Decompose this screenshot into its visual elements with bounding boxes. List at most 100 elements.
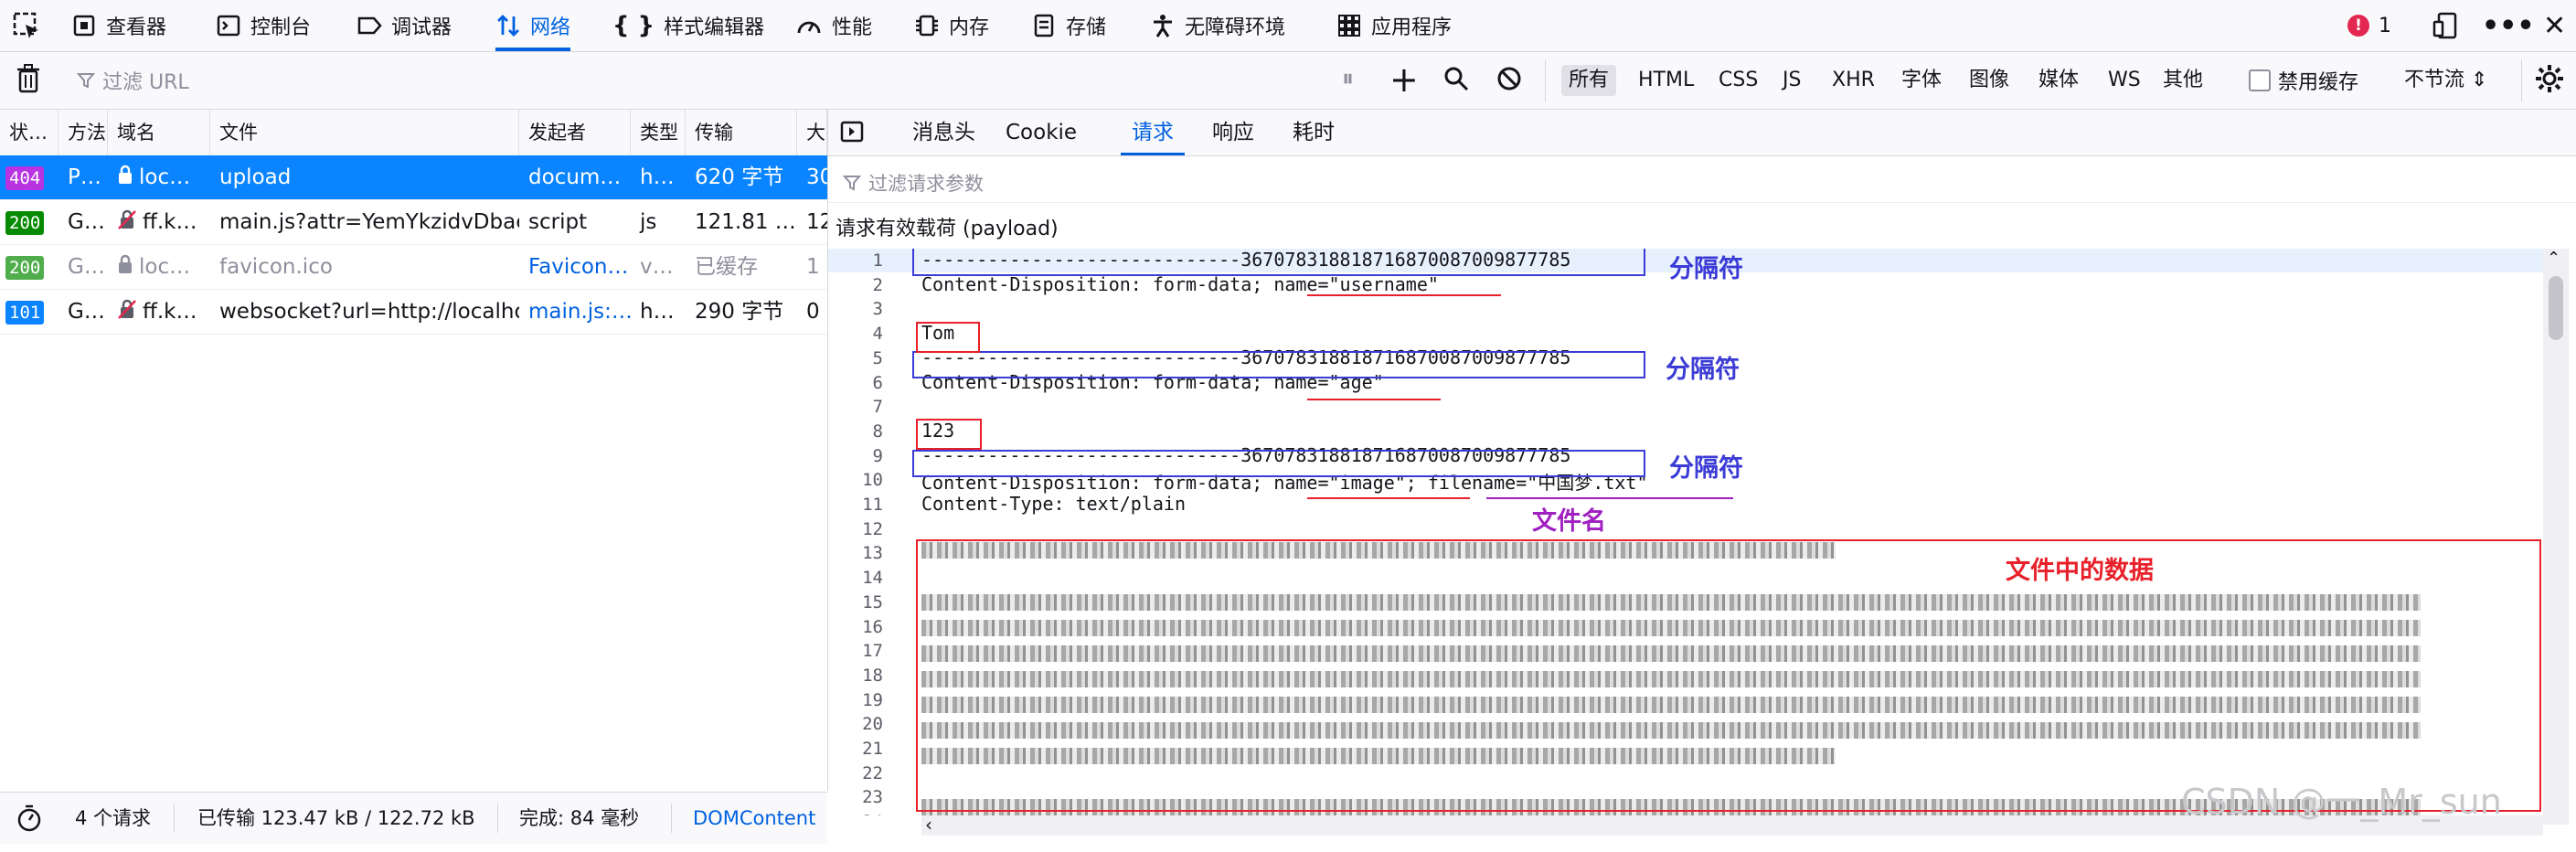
tab-style-editor[interactable]: { } 样式编辑器 [612,0,764,51]
line-number: 16 [862,616,883,637]
column-header[interactable]: 类型 [631,110,686,155]
insecure-lock-icon [117,291,137,335]
request-list-panel: 状… 方法 域名 文件 发起者 类型 传输大 404 P… loc… upload docum… h…… [0,110,828,791]
request-row[interactable]: 101 G… ff.k… websocket?url=http://localhos m… [0,290,827,335]
payload-editor[interactable]: 1 -----------------------------3670783188… [828,249,2547,815]
pause-button[interactable]: ⏸ [1342,65,1354,93]
detail-tab[interactable]: 响应 [1201,110,1265,155]
search-button[interactable] [1442,65,1470,96]
filter-type-button[interactable]: 字体 [1894,65,1949,96]
payload-filter-input[interactable]: 过滤请求参数 [828,156,2576,203]
clear-requests-button[interactable] [15,63,42,98]
add-request-button[interactable]: + [1389,59,1419,100]
network-settings-button[interactable] [2534,63,2565,98]
scrollbar-thumb[interactable] [2549,276,2563,340]
filter-type-button[interactable]: 其他 [2156,65,2210,96]
plus-icon: + [1389,59,1419,100]
column-header[interactable]: 发起者 [519,110,631,155]
tab-label: 应用程序 [1371,16,1453,39]
tab-label: 无障碍环境 [1185,16,1286,39]
more-options-button[interactable]: ••• [2482,0,2535,51]
detail-tab[interactable]: 请求 [1121,110,1185,155]
filter-type-button[interactable]: XHR [1825,65,1882,96]
block-urls-button[interactable] [1496,65,1523,96]
column-header[interactable]: 状… [0,110,59,155]
filter-url-input[interactable]: 过滤 URL [77,65,189,96]
status-badge: 200 [5,256,45,280]
line-number: 6 [872,372,883,393]
file-cell: websocket?url=http://localhos [219,300,519,324]
tab-console[interactable]: 控制台 [216,0,311,51]
filter-type-button[interactable]: WS [2101,65,2148,96]
type-cell: v… [640,255,674,279]
error-count[interactable]: ! 1 [2347,0,2391,51]
disable-cache-checkbox[interactable]: 禁用缓存 [2249,65,2358,96]
file-cell: main.js?attr=YemYkzidvDbae4 [219,210,519,234]
line-number: 24 [828,812,883,815]
tab-inspector[interactable]: 查看器 [71,0,166,51]
line-number: 21 [862,739,883,759]
inspector-icon [71,13,97,38]
request-row[interactable]: 200 G… ff.k… main.js?attr=YemYkzidvDbae4 scr… [0,200,827,245]
element-picker-button[interactable] [11,0,42,51]
filter-type-button[interactable]: CSS [1711,65,1765,96]
underline-age [1307,399,1441,400]
file-data-annotation: 文件中的数据 [2006,557,2154,585]
value-box-tom [916,322,980,353]
tab-performance[interactable]: 性能 [795,0,872,51]
domcontentloaded-time: DOMContent [693,807,816,829]
method-cell: G… [68,300,105,324]
tab-debugger[interactable]: 调试器 [357,0,452,51]
checkbox-icon [2249,69,2271,91]
tab-application[interactable]: 应用程序 [1336,0,1452,51]
tab-storage[interactable]: 存储 [1031,0,1106,51]
status-badge: 404 [5,166,45,190]
filter-type-button[interactable]: 所有 [1561,65,1617,96]
detail-tab[interactable]: 耗时 [1282,110,1346,155]
detail-tab[interactable]: Cookie [995,110,1088,155]
performance-analysis-button[interactable] [15,793,44,844]
responsive-design-button[interactable] [2432,0,2459,51]
column-header[interactable]: 域名 [108,110,210,155]
initiator-cell: script [528,210,588,234]
type-cell: h… [640,300,675,324]
domain-cell: ff.k… [108,200,210,244]
request-row[interactable]: 404 P… loc… upload docum… h… 620 字节 30 [0,155,827,200]
request-row[interactable]: 200 G… loc… favicon.ico Favicon… v… 已缓存 1 [0,245,827,290]
column-header[interactable]: 文件 [210,110,519,155]
filter-icon [843,176,861,191]
tab-label: 调试器 [391,16,452,39]
domain-text: ff.k… [143,300,197,324]
tab-label: 性能 [832,16,873,39]
detail-tabs: 消息头 Cookie 请求 响应 耗时 [828,110,2576,156]
line-number: 14 [862,568,883,589]
payload-title: 请求有效载荷 (payload) [836,218,1059,240]
throttle-select[interactable]: 不节流 ⇕ [2404,65,2487,96]
scroll-left-icon: ‹ [925,814,932,836]
filter-type-button[interactable]: JS [1775,65,1808,96]
filter-type-button[interactable]: 图像 [1962,65,2017,96]
line-number: 12 [862,518,883,539]
line-number: 22 [862,762,883,783]
column-header[interactable]: 传输 [686,110,797,155]
tab-network[interactable]: 网络 [495,0,571,51]
filter-type-button[interactable]: 媒体 [2031,65,2086,96]
lock-icon [117,156,133,200]
filter-type-button[interactable]: HTML [1631,65,1701,96]
toggle-sidebar-button[interactable] [839,119,865,150]
value-box-123 [916,419,982,450]
column-header[interactable]: 大 [797,110,827,155]
line-number: 23 [862,787,883,808]
line-number: 4 [872,324,883,345]
application-icon [1336,13,1362,38]
error-count-text: 1 [2379,14,2391,37]
initiator-cell: main.js:… [528,300,631,324]
detail-tab[interactable]: 消息头 [901,110,986,155]
line-number: 15 [862,591,883,612]
close-button[interactable]: ✕ [2543,0,2566,51]
tab-memory[interactable]: 内存 [914,0,989,51]
disable-cache-label: 禁用缓存 [2278,71,2359,94]
vertical-scrollbar[interactable]: ⌃ [2543,249,2569,825]
tab-accessibility[interactable]: 无障碍环境 [1150,0,1285,51]
column-header[interactable]: 方法 [59,110,108,155]
